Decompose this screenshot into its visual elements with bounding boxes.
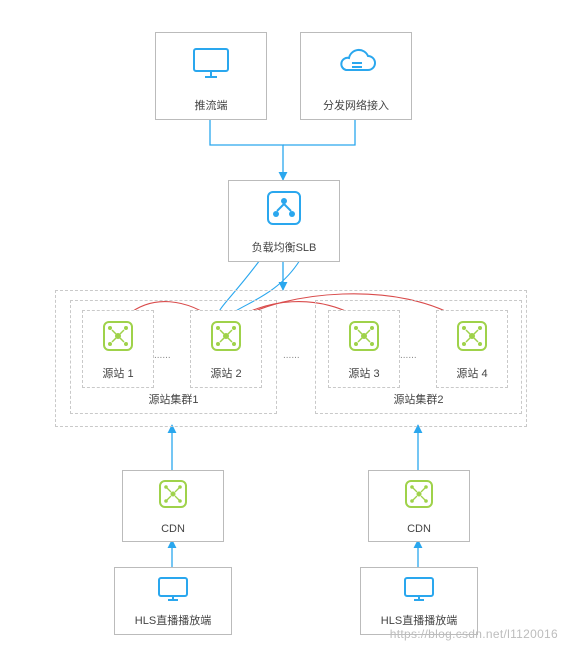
cdn-right-node: CDN [368,470,470,542]
slb-node: 负载均衡SLB [228,180,340,262]
server-icon [123,471,223,517]
cluster1-label: 源站集群1 [71,391,276,407]
slb-label: 负载均衡SLB [229,239,339,255]
monitor-icon [361,568,477,610]
origin4-label: 源站 4 [437,365,507,381]
dots-mid: ...... [283,350,300,361]
dots-2: ...... [400,350,417,361]
server-icon [437,311,507,361]
origin3-label: 源站 3 [329,365,399,381]
origin-4-node: 源站 4 [436,310,508,388]
dispatch-access-label: 分发网络接入 [301,97,411,113]
monitor-icon [156,33,266,93]
player-right-node: HLS直播播放端 [360,567,478,635]
dispatch-access-node: 分发网络接入 [300,32,412,120]
origin-3-node: 源站 3 [328,310,400,388]
origin-1-node: 源站 1 [82,310,154,388]
server-icon [329,311,399,361]
cdn-left-label: CDN [123,523,223,535]
origin2-label: 源站 2 [191,365,261,381]
cdn-right-label: CDN [369,523,469,535]
cdn-left-node: CDN [122,470,224,542]
server-icon [83,311,153,361]
cloud-icon [301,33,411,93]
load-balancer-icon [229,181,339,235]
player-right-label: HLS直播播放端 [361,612,477,628]
server-icon [369,471,469,517]
player-left-label: HLS直播播放端 [115,612,231,628]
edge-push-to-slb [210,118,283,180]
cluster2-label: 源站集群2 [316,391,521,407]
origin1-label: 源站 1 [83,365,153,381]
push-client-node: 推流端 [155,32,267,120]
player-left-node: HLS直播播放端 [114,567,232,635]
dots-1: ...... [154,350,171,361]
watermark-text: https://blog.csdn.net/l1120016 [390,627,558,641]
monitor-icon [115,568,231,610]
edge-dispatch-to-slb [283,118,355,145]
push-client-label: 推流端 [156,97,266,113]
origin-2-node: 源站 2 [190,310,262,388]
server-icon [191,311,261,361]
